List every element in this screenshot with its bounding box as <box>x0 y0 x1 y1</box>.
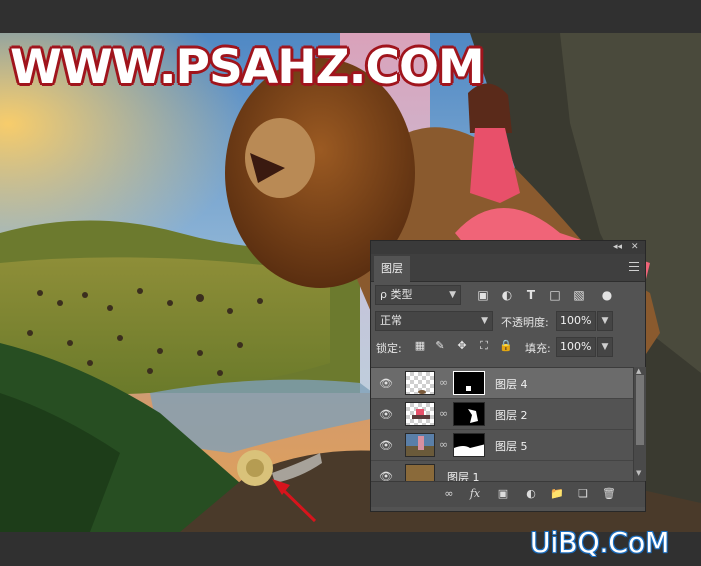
lock-all-icon[interactable]: 🔒 <box>499 339 513 353</box>
link-layers-icon[interactable]: ∞ <box>441 486 457 502</box>
fill-label: 填充: <box>525 342 551 355</box>
layer-row[interactable]: 👁 图层 1 <box>371 461 633 481</box>
lock-transparent-pixels-icon[interactable]: ▦ <box>413 339 427 353</box>
fill-input[interactable]: 100% <box>556 337 596 357</box>
image-filter-icon[interactable]: ▣ <box>475 287 491 303</box>
adjustment-layer-icon[interactable]: ◐ <box>523 486 539 502</box>
scroll-thumb[interactable] <box>636 375 644 445</box>
blend-mode-value: 正常 <box>380 314 402 327</box>
lock-artboard-icon[interactable]: ⛶ <box>477 339 491 353</box>
blend-row: 正常 ▼ 不透明度: 100% ▼ <box>371 308 645 334</box>
layer-row[interactable]: 👁 ∞ 图层 5 <box>371 430 633 461</box>
scroll-up-icon[interactable]: ▲ <box>636 367 641 375</box>
collapse-panel-icon[interactable]: ◂◂ <box>613 241 622 254</box>
layers-panel: ◂◂ ✕ 图层 ρ 类型 ▼ ▣ ◐ T □ ▧ ● 正常 ▼ 不透明度: 10… <box>370 240 646 512</box>
layer-name: 图层 2 <box>495 409 528 422</box>
shape-filter-icon[interactable]: □ <box>547 287 563 303</box>
close-panel-icon[interactable]: ✕ <box>631 241 639 254</box>
eye-icon[interactable]: 👁 <box>379 377 393 390</box>
chevron-down-icon: ▼ <box>481 316 488 326</box>
corner-watermark: UiBQ.CoM <box>530 526 670 559</box>
scroll-down-icon[interactable]: ▼ <box>636 469 641 477</box>
top-toolbar-strip <box>0 0 701 33</box>
layer-name: 图层 5 <box>495 440 528 453</box>
panel-tab-bar: 图层 <box>371 254 645 282</box>
eye-icon[interactable]: 👁 <box>379 439 393 452</box>
fx-icon[interactable]: fx <box>467 486 483 502</box>
opacity-input[interactable]: 100% <box>556 311 596 331</box>
opacity-label: 不透明度: <box>501 316 549 329</box>
chain-link-icon[interactable]: ∞ <box>439 376 448 389</box>
layer-thumbnail <box>405 402 435 426</box>
layer-name: 图层 1 <box>447 471 480 481</box>
layer-mask-thumbnail[interactable] <box>453 433 485 457</box>
layers-bottom-toolbar: ∞ fx ▣ ◐ 📁 ❏ 🗑 <box>371 481 645 507</box>
opacity-slider-toggle[interactable]: ▼ <box>597 311 613 331</box>
smart-object-filter-icon[interactable]: ▧ <box>571 287 587 303</box>
lock-row: 锁定: ▦ ✎ ✥ ⛶ 🔒 填充: 100% ▼ <box>371 334 645 360</box>
eye-icon[interactable]: 👁 <box>379 470 393 481</box>
site-watermark: WWW.PSAHZ.COM <box>10 40 485 95</box>
layer-thumbnail <box>405 433 435 457</box>
layer-name: 图层 4 <box>495 378 528 391</box>
panel-header-strip: ◂◂ ✕ <box>371 241 645 254</box>
blend-mode-select[interactable]: 正常 ▼ <box>375 311 493 331</box>
filter-kind-select[interactable]: ρ 类型 ▼ <box>375 285 461 305</box>
layer-mask-thumbnail[interactable] <box>453 402 485 426</box>
adjustment-filter-icon[interactable]: ◐ <box>499 287 515 303</box>
layer-thumbnail <box>405 464 435 481</box>
delete-layer-icon[interactable]: 🗑 <box>601 486 617 502</box>
new-layer-icon[interactable]: ❏ <box>575 486 591 502</box>
layers-scrollbar[interactable]: ▲ ▼ <box>633 367 646 481</box>
lock-image-pixels-icon[interactable]: ✎ <box>433 339 447 353</box>
layer-thumbnail <box>405 371 435 395</box>
lock-label: 锁定: <box>376 342 402 355</box>
fill-slider-toggle[interactable]: ▼ <box>597 337 613 357</box>
chain-link-icon[interactable]: ∞ <box>439 407 448 420</box>
panel-menu-icon[interactable] <box>629 262 639 272</box>
filter-row: ρ 类型 ▼ ▣ ◐ T □ ▧ ● <box>371 282 645 308</box>
text-filter-icon[interactable]: T <box>523 287 539 303</box>
filter-kind-label: ρ 类型 <box>380 288 413 301</box>
layers-list: 👁 ∞ 图层 4 👁 ∞ 图层 2 👁 ∞ 图层 5 👁 图层 1 <box>371 367 633 481</box>
filter-toggle-icon[interactable]: ● <box>599 287 615 303</box>
add-mask-icon[interactable]: ▣ <box>495 486 511 502</box>
eye-icon[interactable]: 👁 <box>379 408 393 421</box>
new-group-icon[interactable]: 📁 <box>549 486 565 502</box>
layer-row[interactable]: 👁 ∞ 图层 4 <box>371 368 633 399</box>
layer-row[interactable]: 👁 ∞ 图层 2 <box>371 399 633 430</box>
tab-layers[interactable]: 图层 <box>374 256 410 282</box>
layer-mask-thumbnail[interactable] <box>453 371 485 395</box>
lock-position-icon[interactable]: ✥ <box>455 339 469 353</box>
chain-link-icon[interactable]: ∞ <box>439 438 448 451</box>
chevron-down-icon: ▼ <box>449 290 456 300</box>
